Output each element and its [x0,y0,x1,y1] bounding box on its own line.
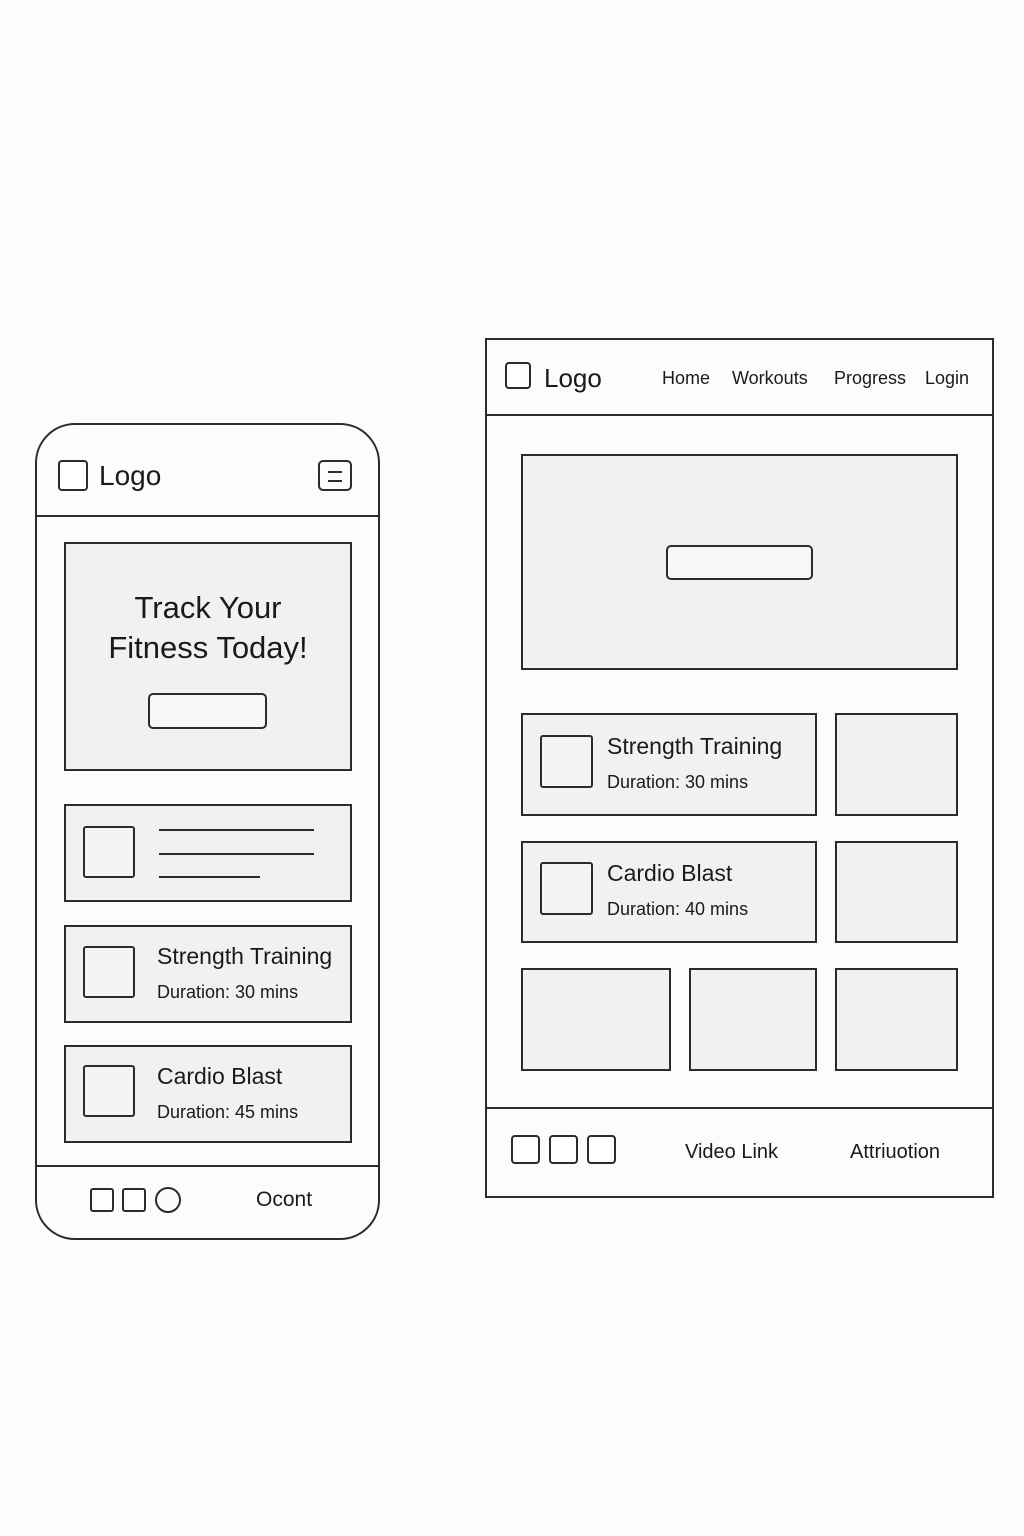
workout-title: Strength Training [157,943,333,969]
attribution-link[interactable]: Attriuotion [850,1142,940,1162]
nav-progress[interactable]: Progress [834,369,906,387]
social-square-icon[interactable] [122,1188,146,1212]
mobile-footer-text[interactable]: Ocont [256,1189,312,1210]
grid-tile[interactable] [835,968,958,1071]
workout-duration: Duration: 45 mins [157,1102,299,1122]
workout-duration: Duration: 40 mins [607,899,749,919]
mobile-footer-divider [36,1165,379,1167]
text-placeholder-line [159,876,260,878]
text-placeholder-line [159,853,314,855]
hero-title-line1: Track Your [134,590,282,625]
grid-tile[interactable] [835,713,958,816]
nav-workouts[interactable]: Workouts [732,369,808,387]
workout-title: Strength Training [607,733,783,759]
workout-title: Cardio Blast [607,860,733,886]
grid-tile[interactable] [689,968,817,1071]
social-square-icon[interactable] [90,1188,114,1212]
mobile-header-divider [36,515,379,517]
social-square-icon[interactable] [587,1135,616,1164]
card-thumbnail [83,826,135,878]
mobile-logo-icon[interactable] [58,460,88,491]
desktop-footer-divider [486,1107,993,1109]
card-thumbnail [83,946,135,998]
grid-tile[interactable] [835,841,958,943]
card-thumbnail [540,862,593,915]
text-placeholder-line [159,829,314,831]
workout-duration: Duration: 30 mins [607,772,749,792]
desktop-logo-icon[interactable] [505,362,531,389]
nav-login[interactable]: Login [925,369,969,387]
desktop-hero-cta-button[interactable] [666,545,813,580]
hamburger-menu-icon[interactable] [318,460,352,491]
nav-home[interactable]: Home [662,369,710,387]
card-thumbnail [83,1065,135,1117]
grid-tile[interactable] [521,968,671,1071]
mobile-hero-cta-button[interactable] [148,693,267,729]
social-square-icon[interactable] [511,1135,540,1164]
workout-title: Cardio Blast [157,1063,283,1089]
social-circle-icon[interactable] [155,1187,181,1213]
workout-duration: Duration: 30 mins [157,982,299,1002]
desktop-logo-text[interactable]: Logo [544,365,602,391]
desktop-header-divider [486,414,993,416]
card-thumbnail [540,735,593,788]
social-square-icon[interactable] [549,1135,578,1164]
hero-title-line2: Fitness Today! [108,630,308,665]
mobile-logo-text[interactable]: Logo [99,462,161,490]
video-link[interactable]: Video Link [685,1142,778,1162]
